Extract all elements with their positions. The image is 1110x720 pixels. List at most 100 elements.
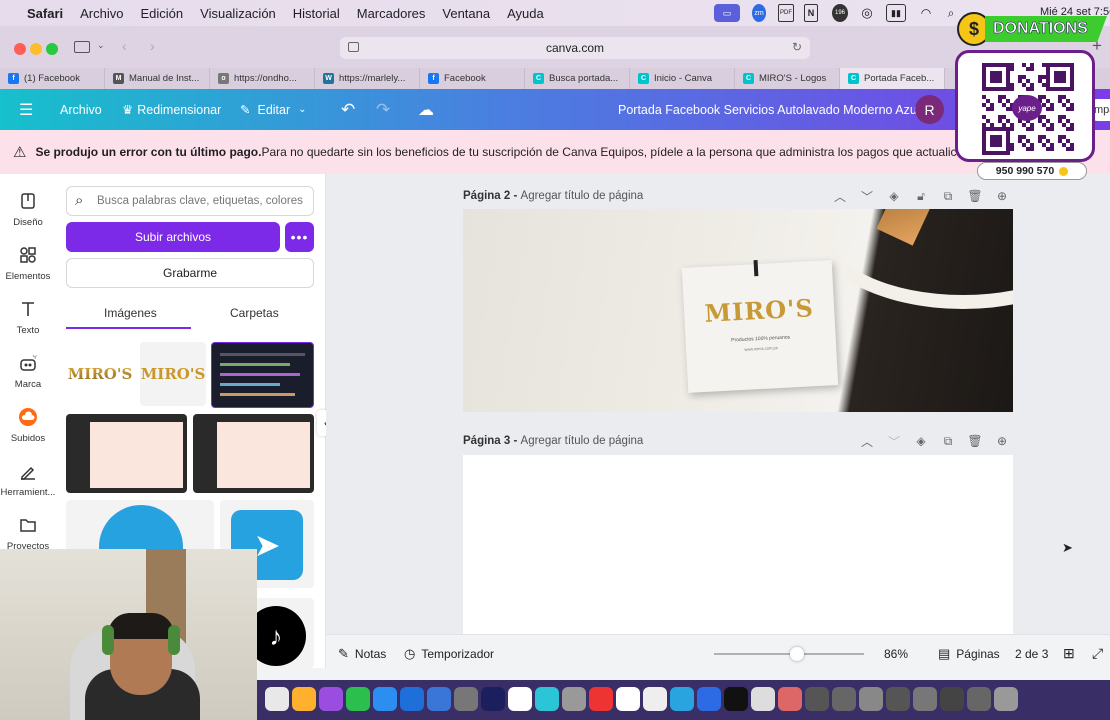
pdf-status-icon[interactable]: PDF [778,4,794,22]
record-yourself-button[interactable]: Grabarme [66,258,314,288]
dock-app-icon[interactable] [562,687,586,711]
screen-record-icon[interactable]: ▭ [714,4,740,22]
browser-tab[interactable]: f Facebook [420,68,525,89]
forward-icon[interactable]: › [150,38,155,54]
browser-tab[interactable]: Whttps://marlely... [315,68,420,89]
browser-tab[interactable]: o https://ondho... [210,68,315,89]
zoom-value[interactable]: 86% [884,647,908,661]
browser-tab[interactable]: C MIRO'S - Logos [735,68,840,89]
wifi-icon[interactable]: ◠ [918,4,934,22]
chevron-down-icon[interactable]: ﹀ [860,189,874,204]
dock-app-icon[interactable] [940,687,964,711]
lock-icon[interactable]: 🔓︎ [914,189,928,203]
zoom-slider[interactable] [714,647,864,661]
browser-tab[interactable]: C Inicio - Canva [630,68,735,89]
notes-button[interactable]: ✎ Notas [338,646,386,662]
duplicate-icon[interactable]: ⧉ [941,189,955,203]
dock-app-icon[interactable] [994,687,1018,711]
address-bar[interactable]: canva.com ↻ [340,37,810,59]
dock-app-icon[interactable] [427,687,451,711]
zoom-status-icon[interactable]: zm [752,4,766,22]
dock-app-icon[interactable] [292,687,316,711]
hide-page-icon[interactable]: ◈ [914,434,928,448]
menu-edicion[interactable]: Edición [141,6,184,21]
image-thumbnail[interactable]: MIRO'S [66,342,134,406]
page-2-canvas[interactable]: MIRO'S Productos 100% peruanos www.miros… [463,209,1013,412]
reader-icon[interactable] [348,42,359,52]
timer-button[interactable]: ◷ Temporizador [404,646,494,662]
chevron-down-icon[interactable]: ﹀ [887,434,901,449]
dock-app-icon[interactable] [670,687,694,711]
page-2-title-input[interactable]: Agregar título de página [521,190,644,202]
page-3-canvas[interactable] [463,455,1013,634]
badge-status-icon[interactable]: 196 [832,4,848,22]
dock-app-icon[interactable] [778,687,802,711]
dock-app-icon[interactable] [913,687,937,711]
cloud-saved-icon[interactable]: ☁ [418,89,434,130]
dock-app-icon[interactable] [697,687,721,711]
battery-icon[interactable]: ▮▮ [886,4,906,22]
dock-app-icon[interactable] [832,687,856,711]
image-thumbnail[interactable] [66,414,187,493]
dock-app-icon[interactable] [751,687,775,711]
chevron-up-icon[interactable]: ︿ [860,434,874,449]
menu-visualizacion[interactable]: Visualización [200,6,276,21]
redo-icon[interactable]: ↷ [376,89,390,130]
nav-brand[interactable]: Marca [0,353,56,390]
browser-tab[interactable]: f (1) Facebook [0,68,105,89]
undo-icon[interactable]: ↶ [341,89,355,130]
add-page-icon[interactable]: ⊕ [995,434,1009,448]
dock-app-icon[interactable] [508,687,532,711]
menu-app-name[interactable]: Safari [27,6,63,21]
trash-icon[interactable]: 🗑︎ [967,434,982,448]
page-counter[interactable]: 2 de 3 [1015,647,1048,661]
document-title[interactable]: Portada Facebook Servicios Autolavado Mo… [618,89,920,130]
menu-ayuda[interactable]: Ayuda [507,6,544,21]
page-3-title-input[interactable]: Agregar título de página [521,435,644,447]
browser-tab[interactable]: C Portada Faceb... [840,68,945,89]
duplicate-icon[interactable]: ⧉ [941,434,955,448]
menu-marcadores[interactable]: Marcadores [357,6,426,21]
browser-tab[interactable]: C Busca portada... [525,68,630,89]
dock-app-icon[interactable] [589,687,613,711]
dock-app-icon[interactable] [643,687,667,711]
dock-app-icon[interactable] [481,687,505,711]
search-input[interactable]: ⌕ Busca palabras clave, etiquetas, color… [66,186,314,216]
chevron-up-icon[interactable]: ︿ [833,189,847,204]
image-thumbnail[interactable] [211,342,314,408]
minimize-window-button[interactable] [30,43,42,55]
nav-tools[interactable]: Herramient... [0,461,56,498]
grid-view-icon[interactable]: ⊞ [1063,645,1075,662]
avatar[interactable]: R [915,95,944,124]
nav-text[interactable]: Texto [0,299,56,336]
nav-elements[interactable]: Elementos [0,245,56,282]
dock-app-icon[interactable] [400,687,424,711]
chevron-down-icon[interactable]: ⌄ [97,40,105,51]
resize-button[interactable]: ♛ Redimensionar [122,89,221,130]
tab-folders[interactable]: Carpetas [230,306,279,320]
airdrop-icon[interactable]: ◎ [860,4,874,22]
hamburger-menu-icon[interactable]: ☰ [19,89,33,130]
back-icon[interactable]: ‹ [122,38,127,54]
dock-app-icon[interactable] [265,687,289,711]
reload-icon[interactable]: ↻ [792,40,802,54]
menu-ventana[interactable]: Ventana [442,6,490,21]
menu-archivo[interactable]: Archivo [80,6,123,21]
sidebar-toggle-icon[interactable] [74,41,90,53]
hide-page-icon[interactable]: ◈ [887,189,901,203]
file-menu-button[interactable]: Archivo [60,89,102,130]
dock-app-icon[interactable] [535,687,559,711]
image-thumbnail[interactable]: ♪ [256,598,314,668]
close-window-button[interactable] [14,43,26,55]
dock-app-icon[interactable] [373,687,397,711]
dock-app-icon[interactable] [859,687,883,711]
nav-design[interactable]: Diseño [0,191,56,228]
dock-app-icon[interactable] [967,687,991,711]
zoom-slider-handle[interactable] [789,647,804,661]
zoom-window-button[interactable] [46,43,58,55]
dock-app-icon[interactable] [346,687,370,711]
notion-status-icon[interactable]: N [804,4,818,22]
image-thumbnail[interactable] [66,500,214,550]
browser-tab[interactable]: M Manual de Inst... [105,68,210,89]
pages-button[interactable]: ▤ Páginas [938,646,1000,662]
